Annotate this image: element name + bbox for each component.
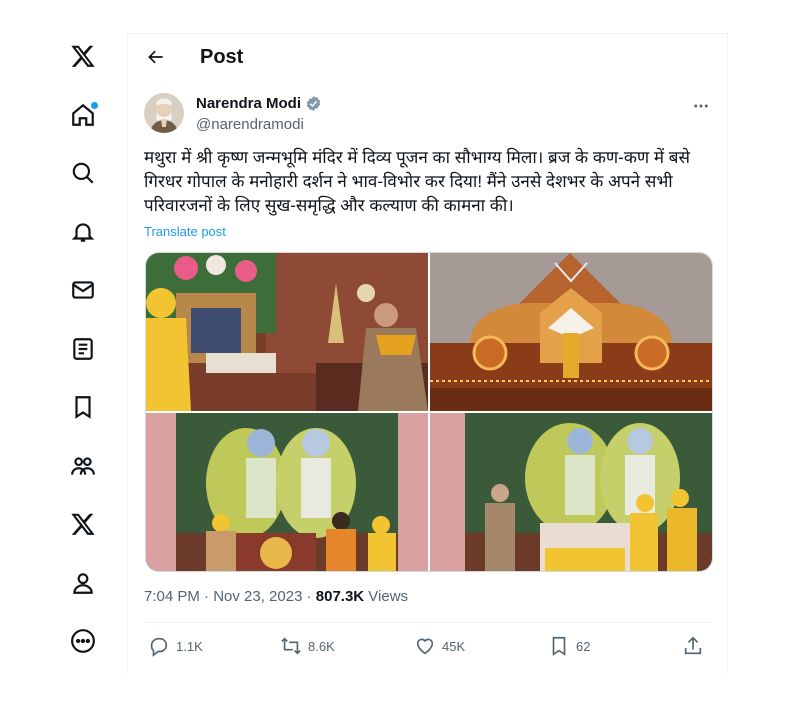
media-photo-2[interactable] <box>430 253 712 411</box>
post-header-bar: Post <box>128 33 727 80</box>
reply-icon <box>150 637 168 657</box>
translate-post-link[interactable]: Translate post <box>144 224 226 239</box>
heart-icon <box>416 638 434 655</box>
profile-icon[interactable] <box>56 563 110 603</box>
post-text: मथुरा में श्री कृष्ण जन्मभूमि मंदिर में … <box>144 148 695 215</box>
page-title: Post <box>200 46 244 68</box>
post-detail-column: Post Narendra Modi @narendramodi मथुरा म… <box>127 33 728 673</box>
bookmarks-icon[interactable] <box>56 387 110 427</box>
repost-icon <box>281 637 301 655</box>
share-button[interactable] <box>682 635 704 657</box>
post-timestamp-row: 7:04 PM · Nov 23, 2023 · 807.3K Views <box>144 588 408 605</box>
repost-count: 8.6K <box>308 638 335 654</box>
author-name-row[interactable]: Narendra Modi <box>196 95 322 112</box>
share-icon <box>684 636 702 655</box>
post-time[interactable]: 7:04 PM · Nov 23, 2023 · <box>144 588 316 605</box>
bookmark-icon <box>552 636 566 656</box>
premium-x-icon[interactable] <box>56 504 110 544</box>
repost-button[interactable]: 8.6K <box>280 635 335 657</box>
home-icon[interactable] <box>56 95 110 135</box>
reply-button[interactable]: 1.1K <box>148 635 203 657</box>
author-handle[interactable]: @narendramodi <box>196 116 304 133</box>
notification-dot <box>91 102 98 109</box>
media-photo-3[interactable] <box>146 413 428 571</box>
views-label: Views <box>364 588 409 605</box>
communities-icon[interactable] <box>56 446 110 486</box>
post-action-bar: 1.1K 8.6K 45K 62 <box>144 625 711 669</box>
back-arrow-icon[interactable] <box>142 43 170 71</box>
notifications-bell-icon[interactable] <box>56 212 110 252</box>
reply-count: 1.1K <box>176 638 203 654</box>
media-photo-1[interactable] <box>146 253 428 411</box>
more-options-icon[interactable] <box>688 93 714 119</box>
bookmark-button[interactable]: 62 <box>548 635 590 657</box>
more-circle-icon[interactable] <box>56 621 110 661</box>
views-count: 807.3K <box>315 588 365 605</box>
messages-envelope-icon[interactable] <box>56 270 110 310</box>
author-name[interactable]: Narendra Modi <box>196 95 301 112</box>
x-logo-icon[interactable] <box>56 36 110 76</box>
divider-top <box>144 622 711 623</box>
author-avatar[interactable] <box>144 93 184 133</box>
verified-badge-icon <box>306 96 321 111</box>
like-button[interactable]: 45K <box>414 635 465 657</box>
explore-search-icon[interactable] <box>56 153 110 193</box>
post-media-grid <box>145 252 713 572</box>
bookmark-count: 62 <box>576 638 591 654</box>
media-photo-4[interactable] <box>430 413 712 571</box>
like-count: 45K <box>442 638 466 654</box>
lists-icon[interactable] <box>56 329 110 369</box>
